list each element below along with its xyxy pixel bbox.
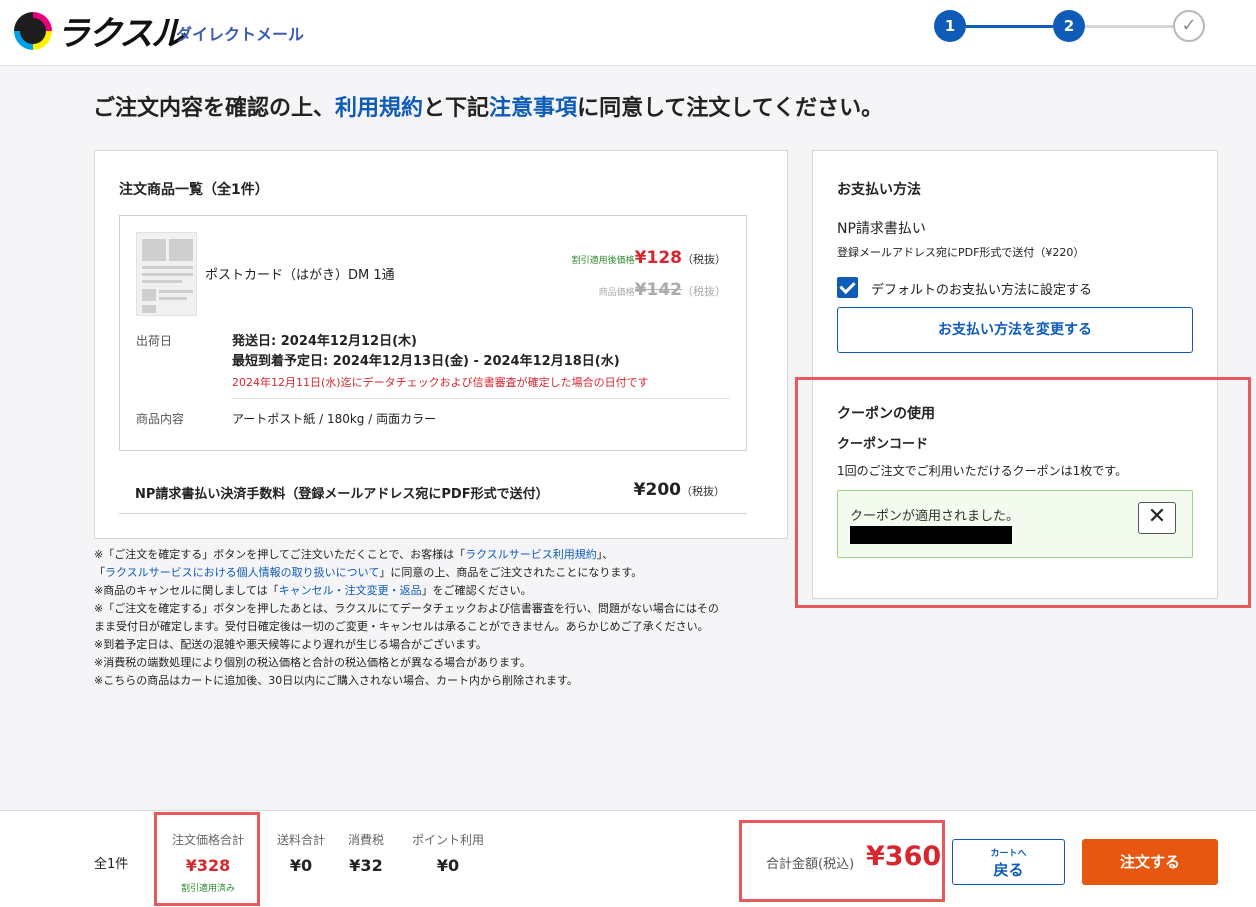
- terms-link[interactable]: 利用規約: [335, 96, 423, 121]
- step-2: 2: [1053, 10, 1085, 42]
- step-complete-check-icon: ✓: [1173, 10, 1205, 42]
- payment-method: NP請求書払い: [837, 221, 926, 237]
- header: ラクスル ダイレクトメール 1 2 ✓: [0, 0, 1256, 66]
- logo-text[interactable]: ラクスル: [56, 6, 185, 55]
- notice-link[interactable]: 注意事項: [489, 96, 577, 121]
- consumption-tax: 消費税 ¥32: [347, 833, 384, 875]
- original-price: 商品価格¥142（税抜）: [598, 280, 726, 300]
- payment-fee-value: ¥200（税抜）: [633, 480, 725, 500]
- privacy-link[interactable]: ラクスルサービスにおける個人情報の取り扱いについて: [105, 566, 379, 579]
- order-item: ポストカード（はがき）DM 1通 割引適用後価格¥128（税抜） 商品価格¥14…: [119, 215, 747, 451]
- content-label: 商品内容: [136, 412, 185, 426]
- divider: [119, 513, 747, 514]
- item-name: ポストカード（はがき）DM 1通: [205, 268, 395, 283]
- order-items-heading: 注文商品一覧（全1件）: [119, 182, 269, 198]
- shipping-total: 送料合計 ¥0: [276, 833, 325, 875]
- ship-note: 2024年12月11日(水)迄にデータチェックおよび信書審査が確定した場合の日付…: [232, 376, 649, 389]
- logo-mark-icon[interactable]: [14, 12, 52, 50]
- ship-label: 出荷日: [136, 334, 173, 348]
- payment-detail: 登録メールアドレス宛にPDF形式で送付（¥220）: [837, 246, 1085, 259]
- step-connector-1: [966, 25, 1053, 28]
- total-highlight-outline: [739, 820, 945, 902]
- order-notes: ※「ご注文を確定する」ボタンを押してご注文いただくことで、お客様は「ラクスルサー…: [94, 548, 719, 687]
- step-connector-2: [1085, 25, 1173, 28]
- service-terms-link[interactable]: ラクスルサービス利用規約: [465, 548, 597, 561]
- logo-subtitle: ダイレクトメール: [176, 25, 305, 44]
- change-payment-button[interactable]: お支払い方法を変更する: [837, 307, 1193, 353]
- ship-dates: 発送日: 2024年12月12日(木) 最短到着予定日: 2024年12月13日…: [232, 334, 620, 369]
- content-value: アートポスト紙 / 180kg / 両面カラー: [232, 412, 437, 426]
- coupon-highlight-outline: [795, 377, 1251, 608]
- progress-steps: 1 2 ✓: [934, 10, 1206, 44]
- back-to-cart-button[interactable]: カートへ 戻る: [952, 839, 1065, 885]
- item-count: 全1件: [94, 857, 129, 872]
- points-used: ポイント利用 ¥0: [411, 833, 484, 875]
- payment-heading: お支払い方法: [837, 182, 921, 198]
- default-payment-label[interactable]: デフォルトのお支払い方法に設定する: [871, 279, 1092, 298]
- order-items-card: 注文商品一覧（全1件） ポストカード（はがき）DM 1通 割引適用後価格¥128…: [94, 150, 788, 539]
- discount-price: 割引適用後価格¥128（税抜）: [571, 248, 726, 268]
- default-payment-checkbox[interactable]: [837, 277, 858, 298]
- cancel-policy-link[interactable]: キャンセル・注文変更・返品: [279, 584, 422, 597]
- product-thumbnail: [136, 232, 197, 316]
- subtotal-highlight-outline: [154, 812, 260, 906]
- page-title: ご注文内容を確認の上、利用規約と下記注意事項に同意して注文してください。: [93, 96, 884, 121]
- divider: [232, 398, 730, 399]
- step-1: 1: [934, 10, 966, 42]
- place-order-button[interactable]: 注文する: [1082, 839, 1218, 885]
- payment-fee-label: NP請求書払い決済手数料（登録メールアドレス宛にPDF形式で送付）: [135, 487, 549, 502]
